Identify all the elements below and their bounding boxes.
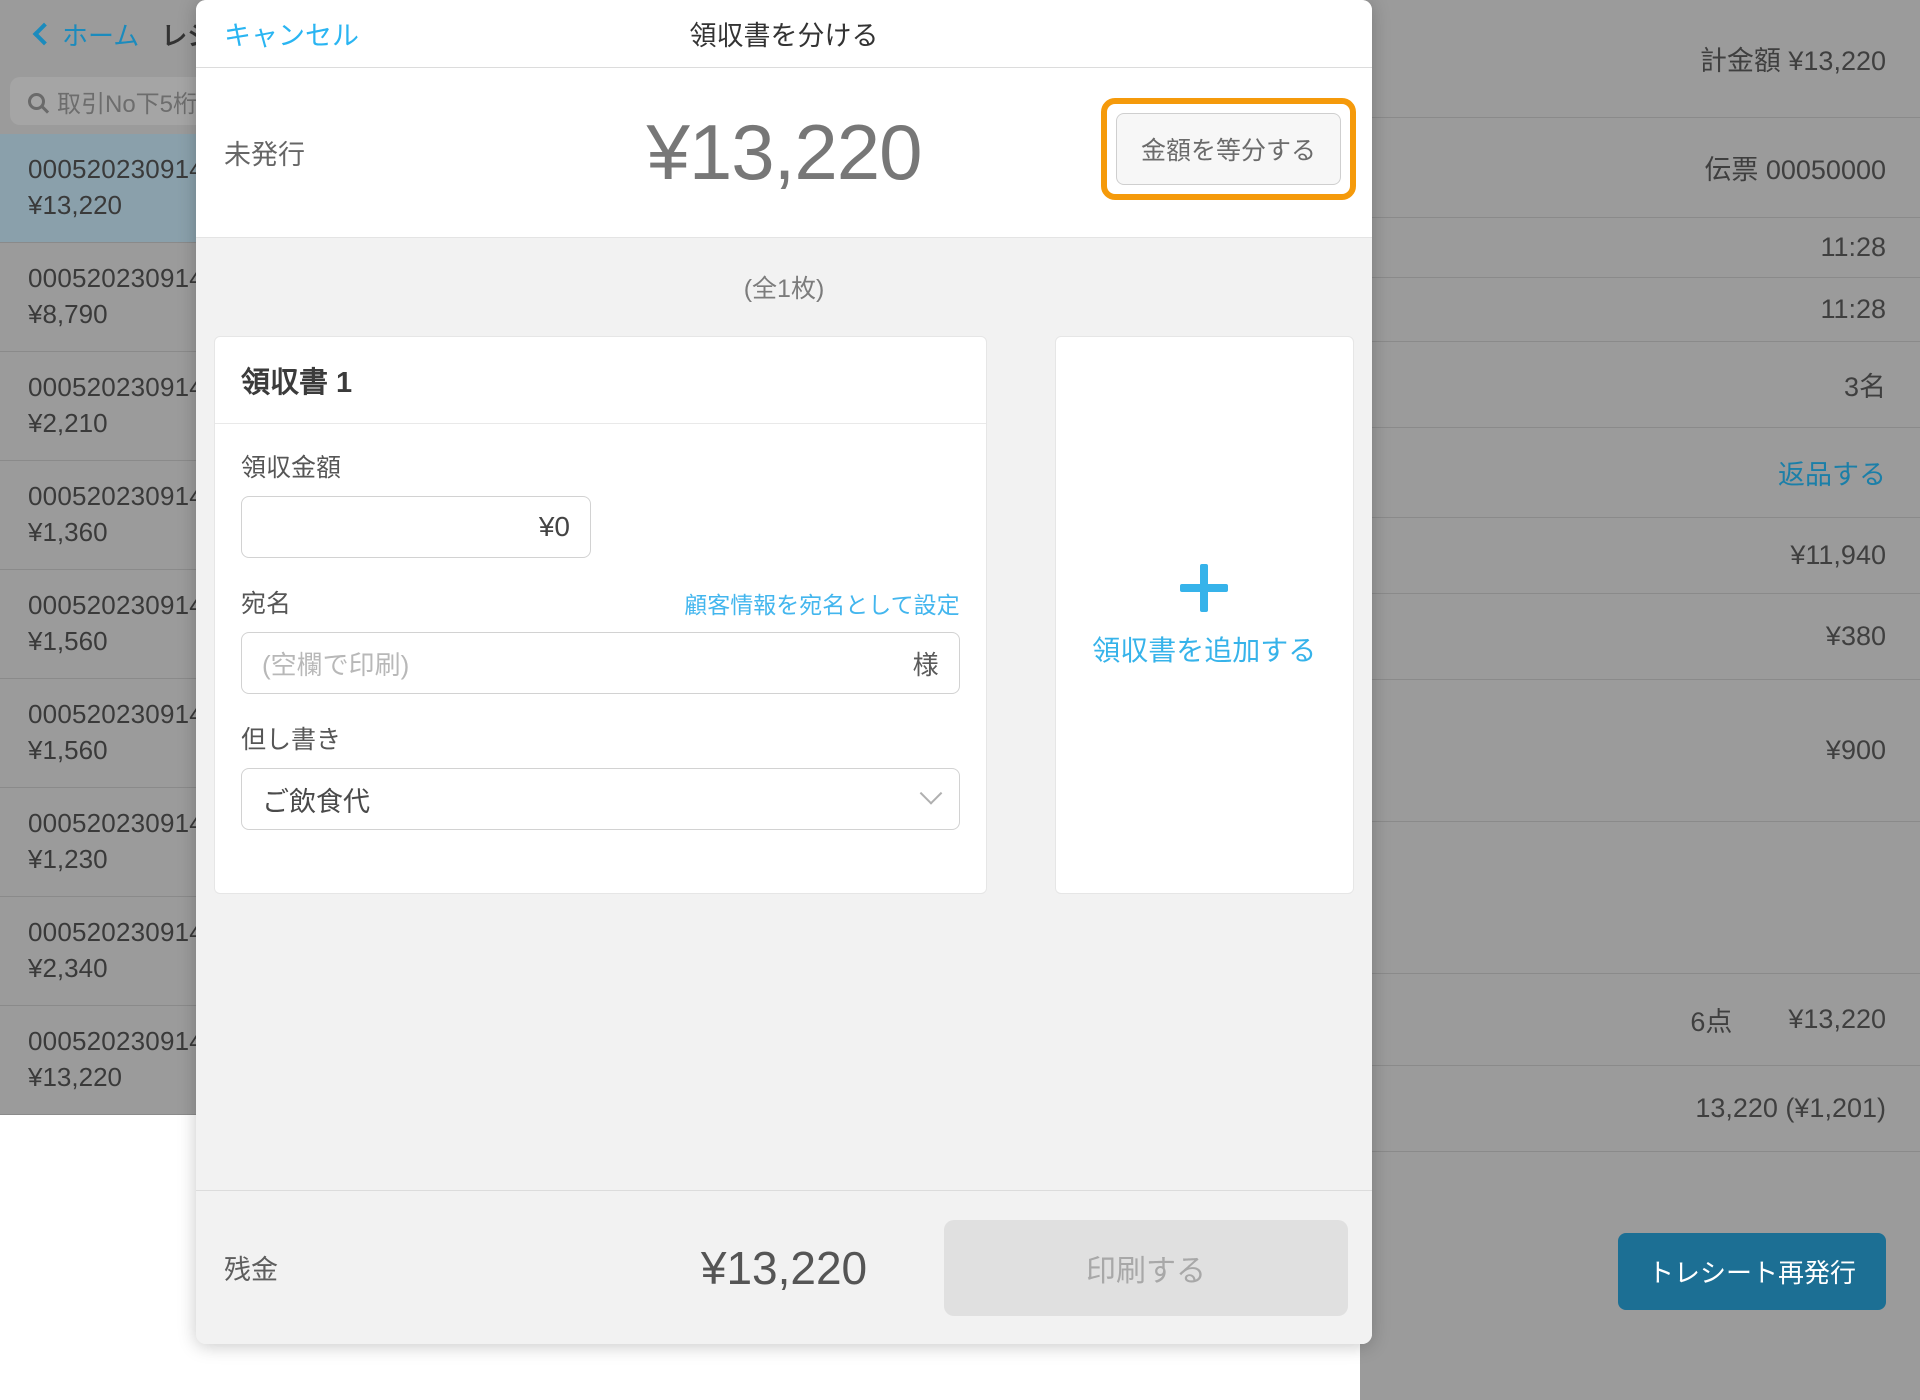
modal-footer: 残金 ¥13,220 印刷する — [196, 1190, 1372, 1344]
note-field-label: 但し書き — [241, 726, 342, 754]
addressee-suffix: 様 — [912, 649, 939, 680]
modal-summary: 未発行 ¥13,220 金額を等分する — [196, 68, 1372, 238]
receipt-amount-value: ¥0 — [538, 511, 570, 542]
addressee-placeholder: (空欄で印刷) — [262, 649, 410, 680]
amount-field-label: 領収金額 — [241, 454, 342, 482]
chevron-left-icon — [32, 22, 56, 46]
chevron-down-icon — [919, 782, 942, 805]
note-value: ご飲食代 — [262, 786, 370, 817]
addressee-label-row: 宛名 顧客情報を宛名として設定 — [241, 584, 960, 620]
addressee-field-label: 宛名 — [241, 590, 292, 618]
equal-split-button[interactable]: 金額を等分する — [1115, 113, 1341, 185]
highlight-box: 金額を等分する — [1100, 98, 1356, 200]
reissue-receipt-button[interactable]: トレシート再発行 — [1617, 1232, 1886, 1310]
screen-root: ホーム レシ 取引No下5桁 0005202309141 ¥13,220 00052… — [0, 0, 1920, 1400]
detail-actions: トレシート再発行 — [1360, 0, 1920, 1400]
addressee-input[interactable]: (空欄で印刷) 様 — [241, 632, 960, 694]
reissue-bar: トレシート再発行 — [1360, 1228, 1920, 1314]
note-select[interactable]: ご飲食代 — [241, 768, 960, 830]
search-icon — [28, 92, 45, 110]
modal-title: 領収書を分ける — [689, 21, 879, 51]
back-home-label: ホーム — [62, 20, 140, 51]
back-home-button[interactable]: ホーム — [32, 16, 140, 53]
add-receipt-label: 領収書を追加する — [1092, 635, 1317, 666]
add-receipt-button[interactable]: 領収書を追加する — [1054, 336, 1354, 894]
print-button[interactable]: 印刷する — [944, 1219, 1348, 1316]
sheet-count-label: (全1枚) — [743, 275, 825, 303]
receipt-card-header: 領収書 1 — [215, 337, 986, 424]
set-customer-as-addressee-link[interactable]: 顧客情報を宛名として設定 — [684, 586, 959, 620]
receipt-amount-input[interactable]: ¥0 — [241, 496, 591, 558]
receipt-card-1: 領収書 1 領収金額 ¥0 宛名 顧客情報を宛名として設定 (空欄で印刷) 様 — [214, 336, 987, 894]
receipt-card-body: 領収金額 ¥0 宛名 顧客情報を宛名として設定 (空欄で印刷) 様 但し書き ご… — [215, 424, 986, 830]
modal-body: 領収書 1 領収金額 ¥0 宛名 顧客情報を宛名として設定 (空欄で印刷) 様 — [196, 336, 1372, 1190]
equal-split-highlight-wrapper: 金額を等分する — [1100, 98, 1356, 200]
plus-icon — [1177, 561, 1231, 615]
search-placeholder: 取引No下5桁 — [57, 90, 198, 118]
receipt-card-title: 領収書 1 — [241, 367, 353, 399]
split-receipt-modal: キャンセル 領収書を分ける 未発行 ¥13,220 金額を等分する (全1枚) … — [196, 0, 1372, 1344]
modal-header: キャンセル 領収書を分ける — [196, 0, 1372, 68]
